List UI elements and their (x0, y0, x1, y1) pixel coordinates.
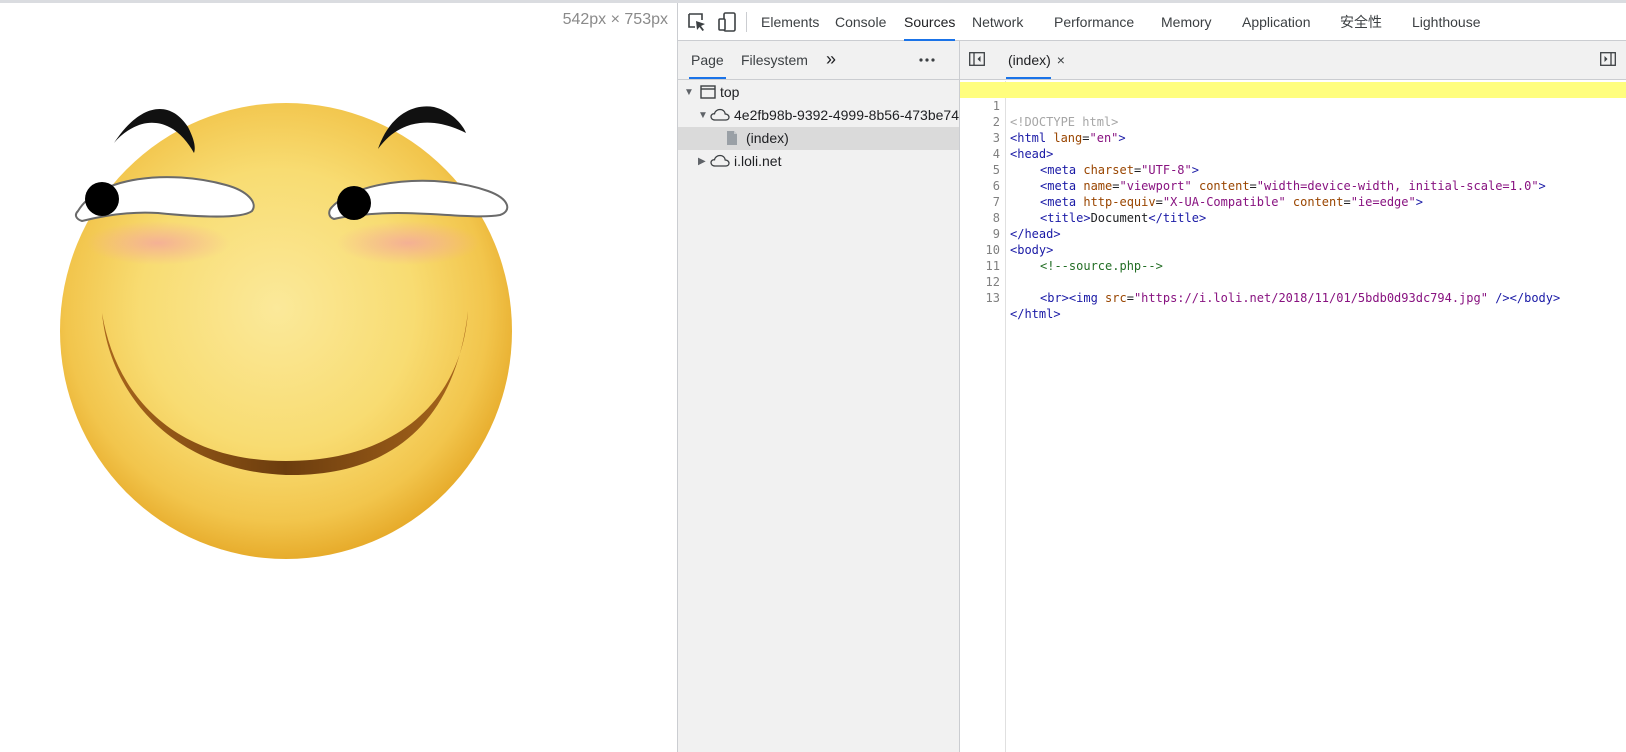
tab-security[interactable]: 安全性 (1340, 3, 1382, 41)
code-line[interactable]: 11 (960, 242, 1626, 273)
line-text: </html> (1010, 306, 1061, 322)
code-line[interactable]: 3 <head> (960, 114, 1626, 161)
tab-elements[interactable]: Elements (761, 3, 819, 41)
devtools-panel: Elements Console Sources Network Perform… (677, 3, 1626, 752)
tree-item-origin[interactable]: ▼ 4e2fb98b-9392-4999-8b56-473be743 (678, 104, 959, 127)
devtools-toolbar: Elements Console Sources Network Perform… (678, 3, 1626, 41)
file-tab-label: (index) (1008, 52, 1051, 68)
toolbar-divider (746, 12, 747, 32)
code-line[interactable]: 4 <meta charset="UTF-8"> (960, 130, 1626, 177)
tree-label-origin: 4e2fb98b-9392-4999-8b56-473be743 (734, 107, 959, 123)
smiley-image (60, 103, 512, 559)
nav-tab-page[interactable]: Page (689, 41, 726, 79)
code-area[interactable]: 1 <!DOCTYPE html> 2 <html lang="en"> 3 <… (960, 81, 1626, 752)
sources-navigator: Page Filesystem » ▼ top ▼ 4e2fb98b-9392-… (678, 41, 960, 752)
code-line[interactable]: 2 <html lang="en"> (960, 98, 1626, 145)
toggle-debugger-icon[interactable] (1600, 52, 1616, 66)
navigator-tabs: Page Filesystem » (678, 41, 959, 80)
attr-token: src (1105, 291, 1127, 305)
inspect-element-icon[interactable] (686, 11, 708, 33)
code-line[interactable]: 5 <meta name="viewport" content="width=d… (960, 146, 1626, 193)
expand-triangle-icon[interactable]: ▼ (698, 104, 708, 127)
line-text: <br><img src="https://i.loli.net/2018/11… (1040, 290, 1560, 306)
nav-tab-filesystem[interactable]: Filesystem (741, 41, 808, 79)
tab-memory[interactable]: Memory (1161, 3, 1212, 41)
right-blush (336, 221, 480, 265)
right-pupil (337, 186, 371, 220)
code-line[interactable]: 9 <body> (960, 210, 1626, 257)
code-line[interactable]: 7 <title>Document</title> (960, 178, 1626, 225)
screen: 542px × 753px Elements Console Sources N… (0, 0, 1626, 752)
tag-token: <br><img (1040, 291, 1106, 305)
tab-performance[interactable]: Performance (1054, 3, 1134, 41)
viewport-size-label: 542px × 753px (562, 11, 668, 28)
tree-item-index[interactable]: (index) (678, 127, 959, 150)
code-line[interactable]: 6 <meta http-equiv="X-UA-Compatible" con… (960, 162, 1626, 209)
device-toolbar-icon[interactable] (716, 11, 738, 33)
tab-sources[interactable]: Sources (904, 3, 956, 41)
tree-label-top: top (720, 84, 740, 100)
more-options-icon[interactable] (918, 41, 936, 79)
frame-icon (700, 85, 716, 99)
value-token: "https://i.loli.net/2018/11/01/5bdb0d93d… (1133, 291, 1488, 305)
tag-token: /></body> (1487, 291, 1561, 305)
cloud-icon (710, 108, 730, 121)
file-tab-index[interactable]: (index) × (1006, 41, 1065, 79)
toggle-navigator-icon[interactable] (969, 52, 985, 66)
left-pupil (85, 182, 119, 216)
collapsed-triangle-icon[interactable]: ▶ (698, 150, 706, 173)
code-line[interactable]: 1 <!DOCTYPE html> (960, 82, 1626, 129)
tab-lighthouse[interactable]: Lighthouse (1412, 3, 1481, 41)
tree-item-top[interactable]: ▼ top (678, 81, 959, 104)
editor-tabs: (index) × (960, 41, 1626, 80)
tab-network[interactable]: Network (972, 3, 1023, 41)
code-line[interactable]: 10 <!--source.php--> (960, 226, 1626, 273)
tree-label-cdn: i.loli.net (734, 153, 782, 169)
tree-label-index: (index) (746, 130, 789, 146)
code-line[interactable]: 12 <br><img src="https://i.loli.net/2018… (960, 258, 1626, 305)
expand-triangle-icon[interactable]: ▼ (684, 81, 694, 104)
line-number: 13 (985, 291, 1000, 305)
tag-token: </html> (1010, 307, 1061, 321)
page-viewport[interactable]: 542px × 753px (0, 3, 676, 752)
close-tab-icon[interactable]: × (1057, 41, 1065, 79)
cloud-icon (710, 154, 730, 167)
face-shape (60, 103, 512, 559)
tab-application[interactable]: Application (1242, 3, 1311, 41)
tree-item-cdn[interactable]: ▶ i.loli.net (678, 150, 959, 173)
file-tree: ▼ top ▼ 4e2fb98b-9392-4999-8b56-473be743 (678, 81, 959, 173)
code-line[interactable]: 8 </head> (960, 194, 1626, 241)
code-line[interactable]: 13 </html> (960, 274, 1626, 321)
eq-token: = (1126, 291, 1134, 305)
file-icon (727, 131, 737, 145)
source-editor: (index) × 1 <!DOCTYPE html> 2 <html lang… (960, 41, 1626, 752)
tab-console[interactable]: Console (835, 3, 886, 41)
left-blush (86, 221, 230, 265)
more-tabs-chevron-icon[interactable]: » (826, 41, 836, 79)
